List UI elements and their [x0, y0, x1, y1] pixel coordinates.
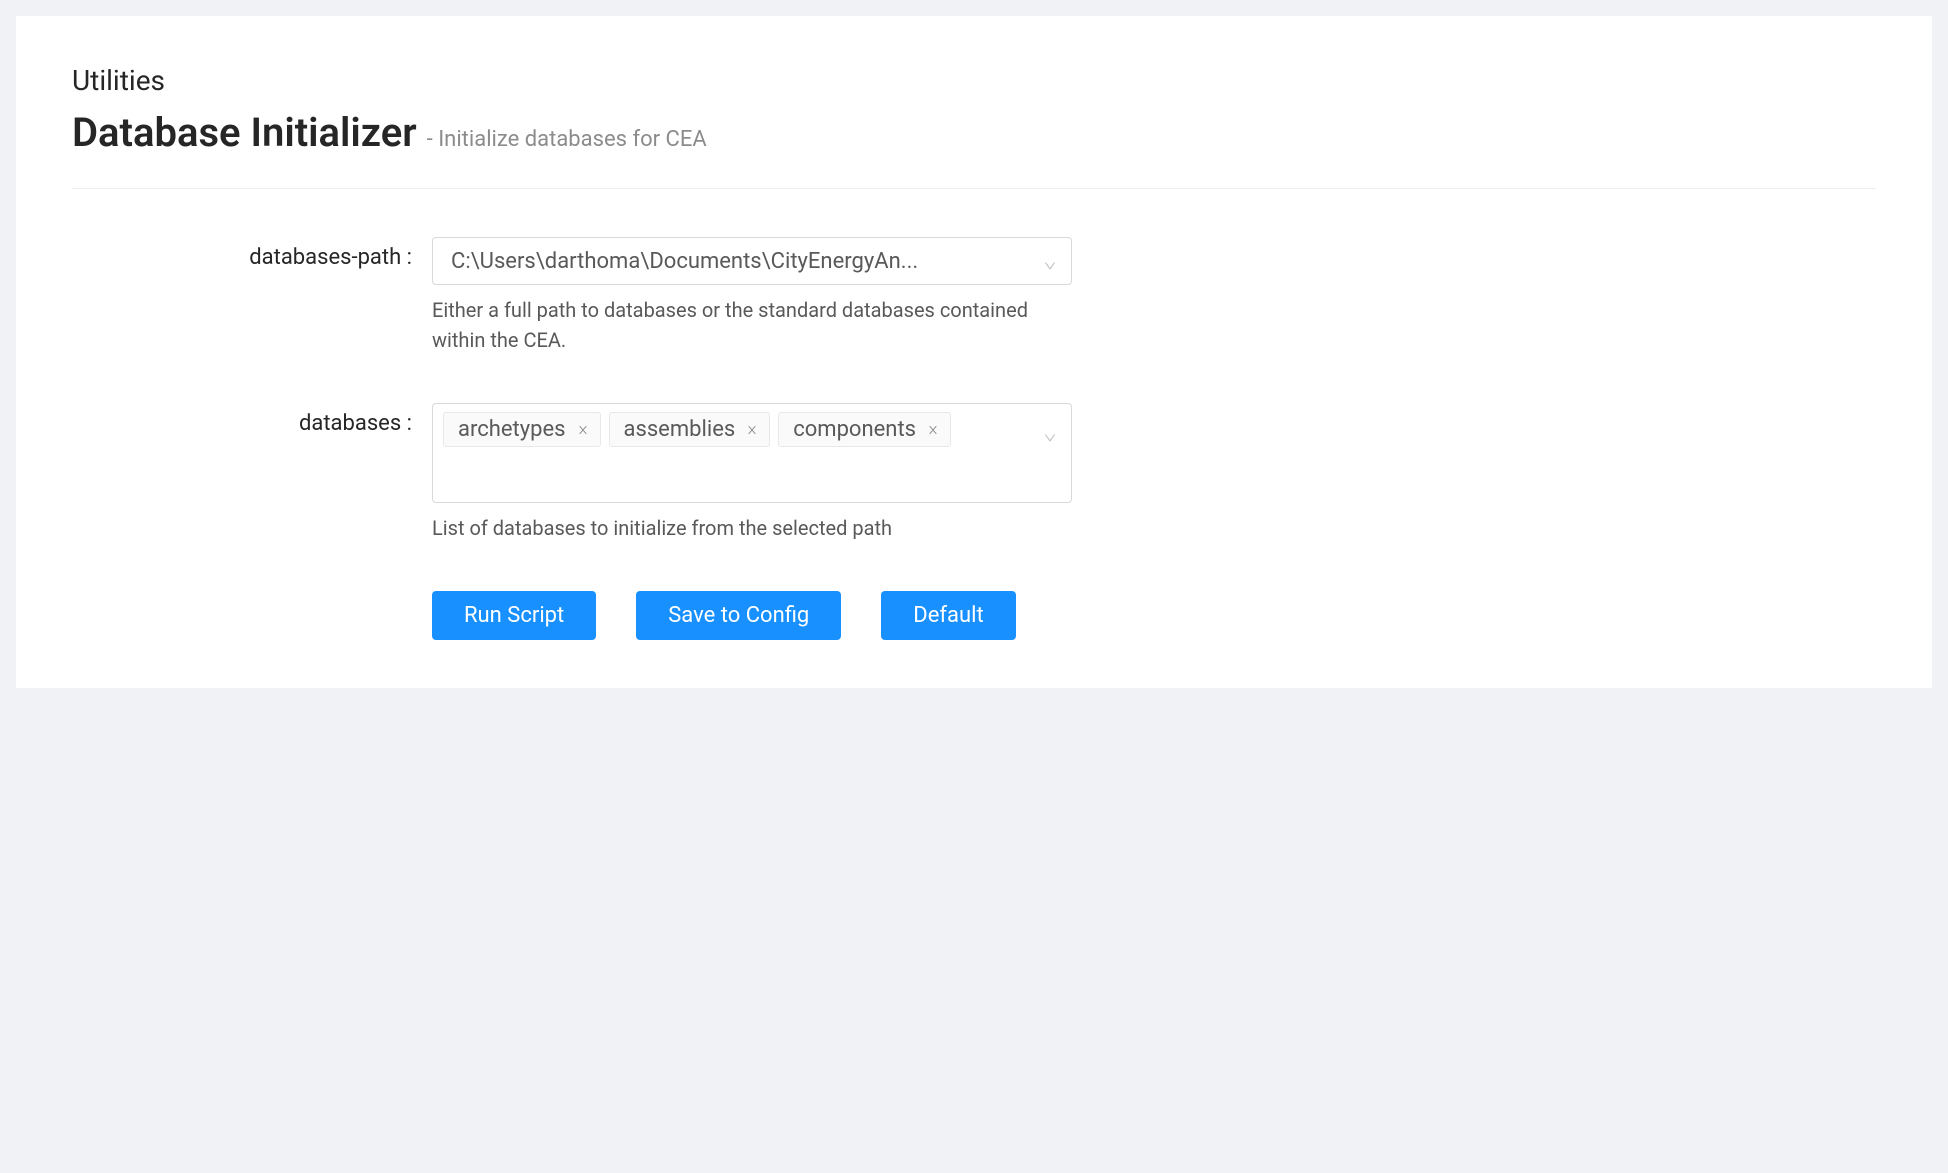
form-row-databases: databases archetypes assemblies — [72, 403, 1172, 543]
tag-assemblies: assemblies — [609, 412, 771, 447]
section-label: Utilities — [72, 64, 1876, 97]
default-button[interactable]: Default — [881, 591, 1015, 640]
control-databases: archetypes assemblies components — [432, 403, 1072, 543]
databases-path-help: Either a full path to databases or the s… — [432, 295, 1072, 355]
page-header: Database Initializer - Initialize databa… — [72, 109, 1876, 189]
page-subtitle: - Initialize databases for CEA — [427, 127, 707, 152]
tag-label: components — [793, 417, 916, 442]
chevron-down-icon — [1043, 254, 1057, 268]
tag-components: components — [778, 412, 951, 447]
tag-label: archetypes — [458, 417, 566, 442]
tag-archetypes: archetypes — [443, 412, 601, 447]
page-card: Utilities Database Initializer - Initial… — [16, 16, 1932, 688]
form: databases-path C:\Users\darthoma\Documen… — [72, 237, 1172, 640]
databases-path-value: C:\Users\darthoma\Documents\CityEnergyAn… — [451, 249, 1031, 274]
control-databases-path: C:\Users\darthoma\Documents\CityEnergyAn… — [432, 237, 1072, 355]
label-databases-path: databases-path — [72, 237, 432, 270]
page-title: Database Initializer — [72, 109, 417, 156]
databases-path-select[interactable]: C:\Users\darthoma\Documents\CityEnergyAn… — [432, 237, 1072, 285]
close-icon[interactable] — [574, 421, 592, 439]
save-to-config-button[interactable]: Save to Config — [636, 591, 841, 640]
close-icon[interactable] — [924, 421, 942, 439]
close-icon[interactable] — [743, 421, 761, 439]
form-row-databases-path: databases-path C:\Users\darthoma\Documen… — [72, 237, 1172, 355]
tag-label: assemblies — [624, 417, 736, 442]
databases-help: List of databases to initialize from the… — [432, 513, 1072, 543]
databases-multiselect[interactable]: archetypes assemblies components — [432, 403, 1072, 503]
chevron-down-icon — [1043, 426, 1057, 440]
label-databases: databases — [72, 403, 432, 436]
button-row: Run Script Save to Config Default — [432, 591, 1172, 640]
run-script-button[interactable]: Run Script — [432, 591, 596, 640]
